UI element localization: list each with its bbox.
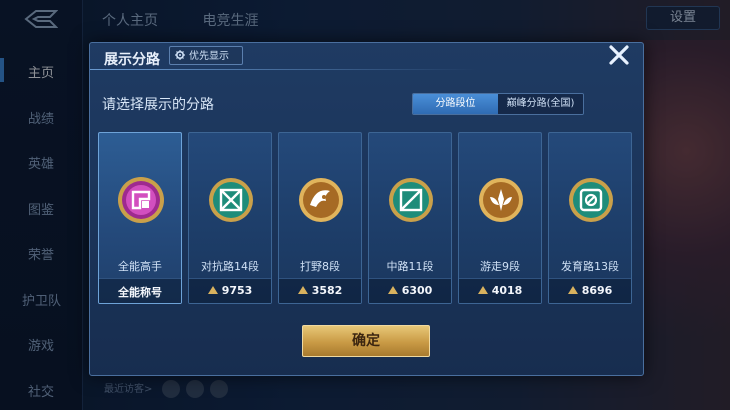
- tab-peak-lane[interactable]: 巅峰分路(全国): [498, 94, 583, 114]
- lane-card-all-round[interactable]: 全能高手 全能称号: [98, 132, 182, 304]
- peak-points-icon: [387, 286, 398, 294]
- peak-points-icon: [297, 286, 308, 294]
- lane-score: 9753: [189, 284, 271, 297]
- peak-points-icon: [207, 286, 218, 294]
- jungle-badge-icon: [299, 178, 343, 222]
- lane-score-value: 6300: [401, 284, 433, 297]
- lane-type-switch: 分路段位 巅峰分路(全国): [412, 93, 584, 115]
- lane-score: 全能称号: [118, 286, 162, 299]
- close-icon[interactable]: [607, 43, 631, 67]
- peak-points-icon: [567, 286, 578, 294]
- roam-badge-icon: [479, 178, 523, 222]
- gear-icon: [175, 50, 185, 60]
- lane-cards: 全能高手 全能称号 对抗路14段 9753 打野8段 3582 中路11段 63…: [98, 132, 636, 306]
- all-round-badge-icon: [118, 177, 164, 223]
- lane-rank: 对抗路14段: [201, 260, 259, 273]
- lane-rank: 全能高手: [118, 260, 162, 273]
- lane-score-bar: 4018: [459, 278, 541, 303]
- lane-rank: 打野8段: [300, 260, 340, 273]
- lane-score-bar: 3582: [279, 278, 361, 303]
- lane-score: 3582: [279, 284, 361, 297]
- peak-points-icon: [477, 286, 488, 294]
- lane-rank: 游走9段: [480, 260, 520, 273]
- priority-display-label: 优先显示: [189, 51, 229, 62]
- tab-lane-rank[interactable]: 分路段位: [413, 94, 498, 114]
- dialog-title: 展示分路: [104, 52, 160, 68]
- lane-score-value: 9753: [221, 284, 253, 297]
- lane-card-mid[interactable]: 中路11段 6300: [368, 132, 452, 304]
- lane-score-bar: 6300: [369, 278, 451, 303]
- confirm-button[interactable]: 确定: [302, 325, 430, 357]
- priority-display-button[interactable]: 优先显示: [169, 46, 243, 65]
- lane-score-value: 4018: [491, 284, 523, 297]
- lane-card-roam[interactable]: 游走9段 4018: [458, 132, 542, 304]
- lane-card-clash[interactable]: 对抗路14段 9753: [188, 132, 272, 304]
- lane-score-value: 8696: [581, 284, 613, 297]
- lane-card-farm[interactable]: 发育路13段 8696: [548, 132, 632, 304]
- farm-lane-badge-icon: [569, 178, 613, 222]
- lane-card-jungle[interactable]: 打野8段 3582: [278, 132, 362, 304]
- title-divider: [90, 69, 643, 70]
- display-lane-dialog: 展示分路 优先显示 请选择展示的分路 分路段位 巅峰分路(全国) 全能高手 全能…: [89, 42, 644, 376]
- lane-score: 8696: [549, 284, 631, 297]
- lane-rank: 中路11段: [386, 260, 434, 273]
- lane-score: 4018: [459, 284, 541, 297]
- clash-lane-badge-icon: [209, 178, 253, 222]
- lane-rank: 发育路13段: [561, 260, 619, 273]
- select-lane-prompt: 请选择展示的分路: [102, 97, 214, 113]
- mid-lane-badge-icon: [389, 178, 433, 222]
- lane-score-bar: 9753: [189, 278, 271, 303]
- lane-score: 6300: [369, 284, 451, 297]
- lane-score-bar: 8696: [549, 278, 631, 303]
- lane-score-bar: 全能称号: [99, 278, 181, 303]
- lane-score-value: 3582: [311, 284, 343, 297]
